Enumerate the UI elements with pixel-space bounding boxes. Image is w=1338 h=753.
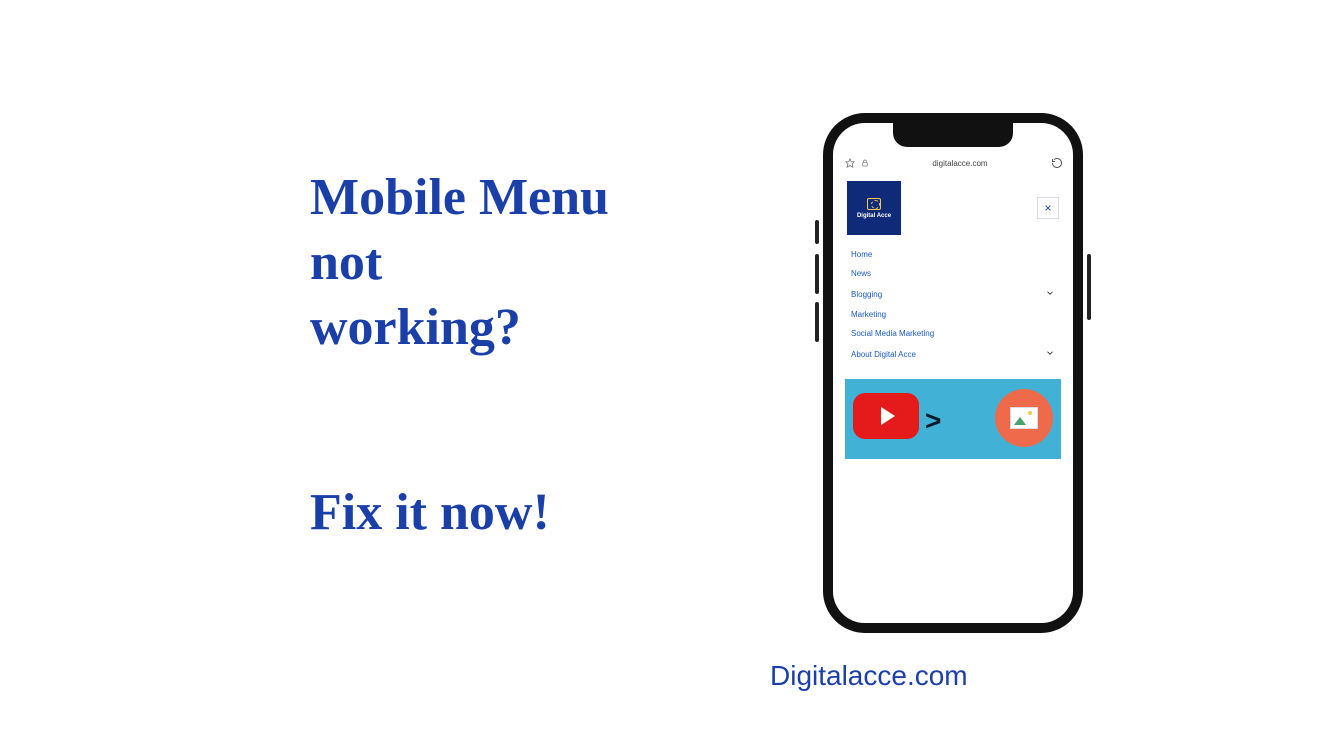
chevron-down-icon[interactable] <box>1045 348 1055 360</box>
menu-item-label: Marketing <box>851 310 886 319</box>
menu-item-label: Social Media Marketing <box>851 329 934 338</box>
picture-icon <box>1010 407 1038 429</box>
headline-block: Mobile Menu not working? Fix it now! <box>310 165 609 545</box>
greater-than-icon: > <box>925 405 941 437</box>
menu-item-label: Home <box>851 250 872 259</box>
phone-power-button <box>1087 254 1091 320</box>
phone-screen: digitalacce.com Digital Acce × Home <box>833 123 1073 623</box>
site-logo[interactable]: Digital Acce <box>847 181 901 235</box>
chevron-down-icon[interactable] <box>1045 288 1055 300</box>
menu-item-label: About Digital Acce <box>851 350 916 359</box>
phone-frame: digitalacce.com Digital Acce × Home <box>823 113 1083 633</box>
play-triangle-icon <box>881 407 895 425</box>
browser-url[interactable]: digitalacce.com <box>869 159 1051 168</box>
browser-left-icons <box>845 158 869 168</box>
phone-volume-down <box>815 302 819 342</box>
menu-item-label: News <box>851 269 871 278</box>
site-header: Digital Acce × <box>833 175 1073 245</box>
menu-item-marketing[interactable]: Marketing <box>851 305 1055 324</box>
menu-close-button[interactable]: × <box>1037 197 1059 219</box>
logo-text: Digital Acce <box>857 213 891 219</box>
mobile-menu: Home News Blogging Marketing Social Medi… <box>833 245 1073 365</box>
menu-item-home[interactable]: Home <box>851 245 1055 264</box>
headline-line-3: working? <box>310 295 609 360</box>
menu-item-label: Blogging <box>851 290 882 299</box>
menu-item-about[interactable]: About Digital Acce <box>851 343 1055 365</box>
menu-item-blogging[interactable]: Blogging <box>851 283 1055 305</box>
phone-volume-up <box>815 254 819 294</box>
promo-canvas: { "headline": { "line1": "Mobile Menu", … <box>0 0 1338 753</box>
star-icon[interactable] <box>845 158 855 168</box>
phone-notch <box>893 123 1013 147</box>
content-thumbnail[interactable]: > <box>845 379 1061 459</box>
headline-cta: Fix it now! <box>310 480 609 545</box>
headline-line-1: Mobile Menu <box>310 165 609 230</box>
close-icon: × <box>1044 202 1051 214</box>
phone-mute-switch <box>815 220 819 244</box>
refresh-icon[interactable] <box>1051 157 1063 169</box>
headline-line-2: not <box>310 230 609 295</box>
globe-icon <box>867 198 881 210</box>
browser-bar: digitalacce.com <box>833 153 1073 175</box>
lock-icon <box>861 158 869 168</box>
menu-item-news[interactable]: News <box>851 264 1055 283</box>
menu-item-social-media-marketing[interactable]: Social Media Marketing <box>851 324 1055 343</box>
youtube-icon <box>853 393 919 439</box>
site-link[interactable]: Digitalacce.com <box>770 660 968 692</box>
image-circle <box>995 389 1053 447</box>
